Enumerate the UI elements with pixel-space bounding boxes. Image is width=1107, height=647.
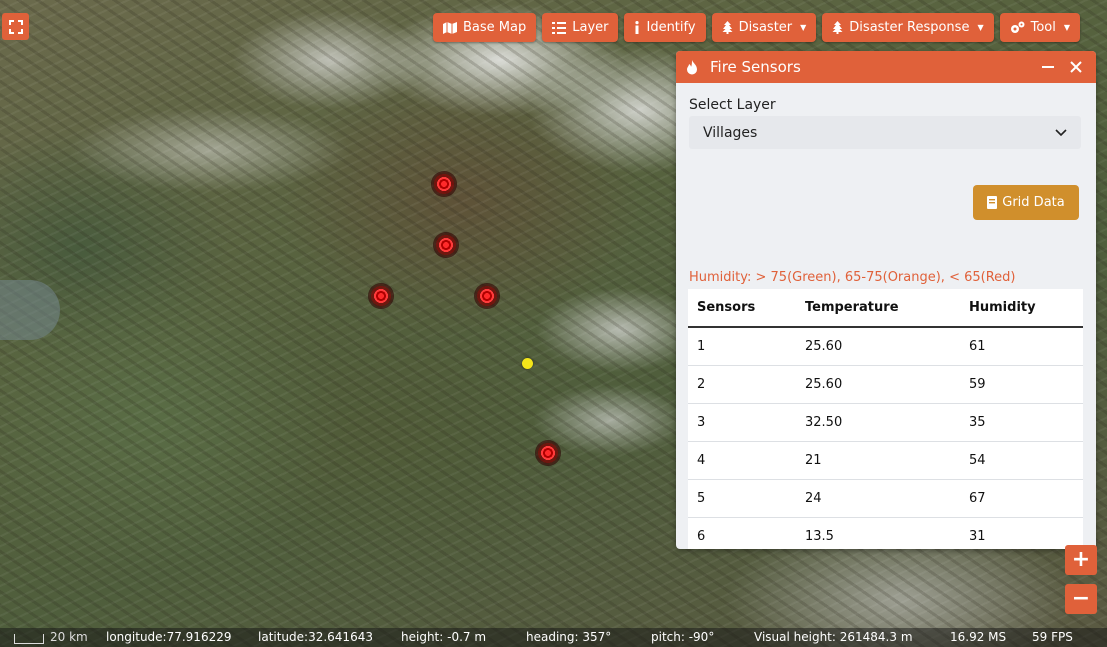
table-row: 6 13.5 31 [688,516,1083,549]
river-area [0,280,60,340]
disaster-response-dropdown[interactable]: Disaster Response ▼ [822,13,994,42]
temperature-cell: 25.60 [796,326,960,365]
list-icon [552,21,567,34]
latitude-readout: latitude:32.641643 [258,630,373,644]
disaster-label: Disaster [738,20,793,35]
fire-sensors-panel: Fire Sensors Select Layer Villages Grid [676,51,1096,549]
sensor-id-cell: 3 [688,402,796,441]
sensor-id-cell: 4 [688,440,796,479]
grid-data-button[interactable]: Grid Data [973,185,1079,220]
main-toolbar: Base Map Layer Identify Disaster ▼ Disas… [433,13,1081,42]
height-readout: height: -0.7 m [401,630,487,644]
chevron-down-icon [1055,128,1067,136]
layer-button[interactable]: Layer [542,13,619,42]
caret-down-icon: ▼ [1063,23,1071,32]
pitch-readout: pitch: -90° [651,630,715,644]
gears-icon [1010,21,1025,33]
column-header-humidity: Humidity [960,289,1083,328]
table-row: 5 24 67 [688,478,1083,517]
close-button[interactable] [1066,57,1086,77]
identify-button[interactable]: Identify [624,13,706,42]
humidity-cell: 31 [960,516,1083,549]
table-header-row: Sensors Temperature Humidity [688,289,1083,328]
scale-label: 20 km [50,630,88,644]
column-header-sensors: Sensors [688,289,796,328]
map-icon [443,21,457,34]
disaster-response-label: Disaster Response [849,20,970,35]
disaster-dropdown[interactable]: Disaster ▼ [711,13,817,42]
column-header-temperature: Temperature [796,289,960,328]
caret-down-icon: ▼ [977,23,984,32]
frame-time-readout: 16.92 MS [950,630,1007,644]
table-row: 2 25.60 59 [688,364,1083,403]
panel-title: Fire Sensors [710,58,801,76]
longitude-readout: longitude:77.916229 [106,630,232,644]
table-row: 4 21 54 [688,440,1083,479]
fire-sensor-marker[interactable] [434,233,458,257]
humidity-cell: 54 [960,440,1083,479]
minimize-icon [1042,66,1054,68]
humidity-cell: 61 [960,326,1083,365]
temperature-cell: 21 [796,440,960,479]
temperature-cell: 32.50 [796,402,960,441]
table-row: 1 25.60 61 [688,326,1083,365]
close-icon [1070,61,1082,73]
zoom-in-button[interactable]: + [1065,545,1097,575]
humidity-cell: 35 [960,402,1083,441]
scale-line [14,634,44,644]
layer-select-value: Villages [703,124,758,141]
panel-header: Fire Sensors [676,51,1096,83]
base-map-label: Base Map [463,20,527,35]
sensor-id-cell: 2 [688,364,796,403]
book-icon [987,196,998,209]
temperature-cell: 25.60 [796,364,960,403]
tree-icon [832,21,843,34]
fullscreen-button[interactable] [2,13,29,40]
info-icon [635,21,640,34]
sensors-table: Sensors Temperature Humidity 1 25.60 6 1 … [688,289,1083,549]
fire-sensor-marker[interactable] [432,172,456,196]
fire-sensor-marker[interactable] [536,441,560,465]
status-bar: 20 km longitude:77.916229 latitude:32.64… [0,628,1107,647]
humidity-legend: Humidity: > 75(Green), 65-75(Orange), < … [689,270,1016,285]
humidity-cell: 67 [960,478,1083,517]
zoom-out-button[interactable]: − [1065,584,1097,614]
grid-data-label: Grid Data [1002,195,1065,210]
heading-readout: heading: 357° [526,630,612,644]
expand-icon [8,19,23,34]
scale-bar: 20 km [14,630,88,644]
tool-label: Tool [1030,20,1056,35]
identify-label: Identify [646,20,696,35]
tool-dropdown[interactable]: Tool ▼ [999,13,1081,42]
sensor-id-cell: 6 [688,516,796,549]
humidity-cell: 59 [960,364,1083,403]
fire-sensor-marker[interactable] [369,284,393,308]
base-map-button[interactable]: Base Map [433,13,537,42]
temperature-cell: 13.5 [796,516,960,549]
sensor-id-cell: 5 [688,478,796,517]
fps-readout: 59 FPS [1032,630,1073,644]
fire-icon [687,59,697,74]
select-layer-label: Select Layer [689,97,776,113]
layer-label: Layer [572,20,609,35]
panel-body: Select Layer Villages Grid Data Humidity… [676,83,1096,549]
table-row: 3 32.50 35 [688,402,1083,441]
temperature-cell: 24 [796,478,960,517]
tree-icon [722,21,733,34]
sensor-id-cell: 1 [688,326,796,365]
layer-select[interactable]: Villages [689,116,1081,149]
fire-sensor-marker[interactable] [475,284,499,308]
minimize-button[interactable] [1038,57,1058,77]
visual-height-readout: Visual height: 261484.3 m [754,630,913,644]
caret-down-icon: ▼ [800,23,807,32]
location-point[interactable] [522,358,533,369]
